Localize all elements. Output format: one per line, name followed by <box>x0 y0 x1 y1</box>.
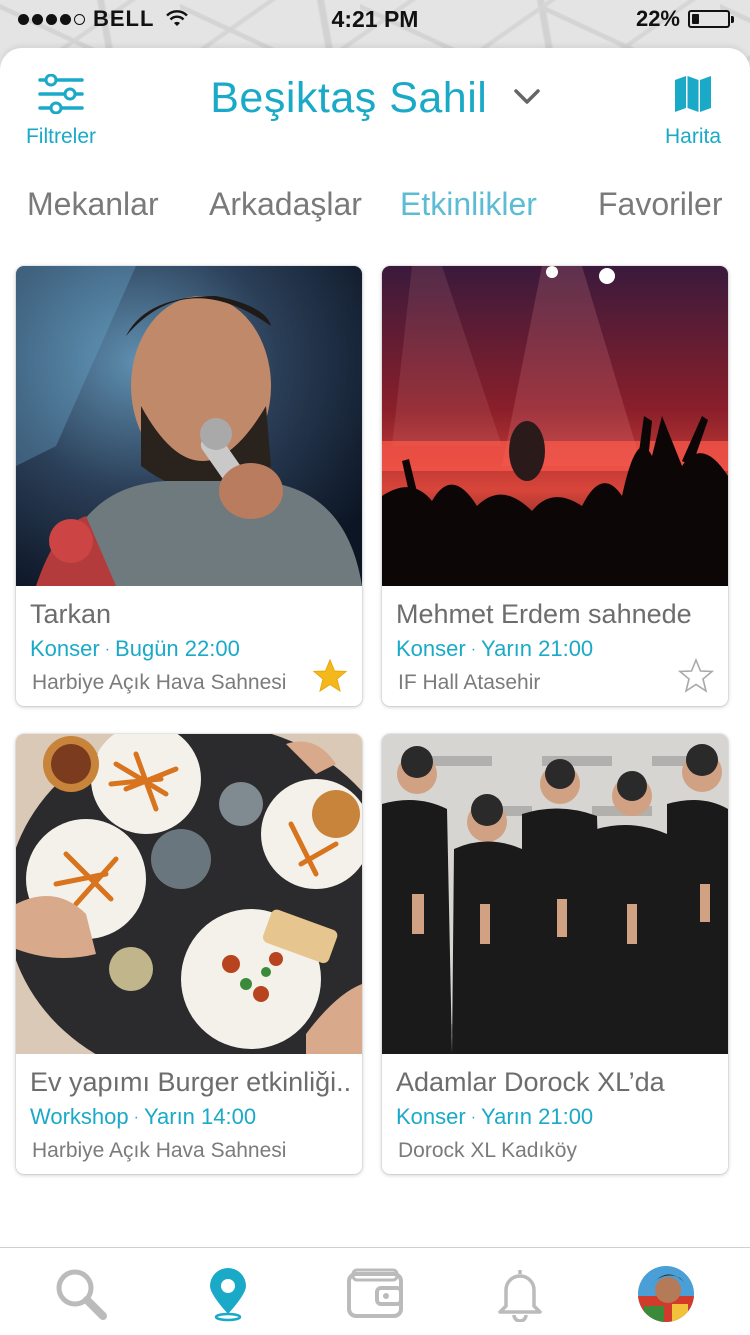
tab-bar: Mekanlar Arkadaşlar Etkinlikler Favorile… <box>0 186 750 236</box>
event-title: Adamlar Dorock XL’da <box>396 1067 665 1097</box>
map-icon <box>675 76 711 112</box>
star-filled-icon[interactable] <box>312 658 348 694</box>
header: Filtreler Beşiktaş Sahil Harita <box>0 48 750 168</box>
event-category: Workshop <box>30 1104 129 1129</box>
battery-icon <box>688 10 734 28</box>
chevron-down-icon <box>514 88 540 104</box>
tab-etkinlikler[interactable]: Etkinlikler <box>400 186 537 223</box>
tab-mekanlar[interactable]: Mekanlar <box>27 186 159 223</box>
event-photo-burgers <box>16 734 362 1054</box>
tab-favoriler[interactable]: Favoriler <box>598 186 722 223</box>
event-category: Konser <box>30 636 100 661</box>
event-time: Bugün 22:00 <box>115 636 240 661</box>
event-meta: Workshop · Yarın 14:00 <box>30 1104 256 1130</box>
bottom-navigation <box>0 1247 750 1335</box>
main-sheet: Filtreler Beşiktaş Sahil Harita Mekanlar… <box>0 48 750 1334</box>
location-name: Beşiktaş Sahil <box>210 74 488 122</box>
location-pin-icon[interactable] <box>198 1266 258 1322</box>
event-title: Mehmet Erdem sahnede <box>396 599 692 629</box>
wallet-icon[interactable] <box>345 1266 405 1322</box>
separator-dot: · <box>470 641 477 659</box>
star-outline-icon[interactable] <box>678 658 714 694</box>
event-time: Yarın 21:00 <box>481 1104 594 1129</box>
separator-dot: · <box>470 1109 477 1127</box>
event-meta: Konser · Yarın 21:00 <box>396 1104 593 1130</box>
profile-avatar[interactable] <box>638 1266 694 1322</box>
status-bar: BELL 4:21 PM 22% <box>0 0 750 40</box>
event-venue: Dorock XL Kadıköy <box>398 1139 577 1162</box>
event-card[interactable]: Mehmet Erdem sahnede Konser · Yarın 21:00 … <box>382 266 728 706</box>
event-time: Yarın 14:00 <box>143 1104 257 1129</box>
event-title: Tarkan <box>30 599 112 629</box>
event-card[interactable]: Ev yapımı Burger etkinliği.. Workshop · Ya… <box>16 734 362 1174</box>
battery-percent: 22% <box>635 6 680 31</box>
event-category: Konser <box>396 636 466 661</box>
separator-dot: · <box>133 1109 139 1127</box>
event-title: Ev yapımı Burger etkinliği.. <box>30 1067 352 1097</box>
tab-arkadaslar[interactable]: Arkadaşlar <box>209 186 362 223</box>
event-venue: Harbiye Açık Hava Sahnesi <box>32 1139 287 1162</box>
search-icon[interactable] <box>51 1266 111 1322</box>
event-category: Konser <box>396 1104 466 1129</box>
separator-dot: · <box>104 641 111 659</box>
event-photo-singer <box>16 266 362 586</box>
event-card[interactable]: Tarkan Konser · Bugün 22:00 Harbiye Açık H… <box>16 266 362 706</box>
map-button[interactable]: Harita <box>658 74 728 149</box>
event-card[interactable]: Adamlar Dorock XL’da Konser · Yarın 21:00 … <box>382 734 728 1174</box>
event-photo-concert <box>382 266 728 586</box>
map-label: Harita <box>664 125 722 148</box>
event-time: Yarın 21:00 <box>481 636 594 661</box>
bell-icon[interactable] <box>490 1266 550 1322</box>
event-photo-band <box>382 734 728 1054</box>
event-venue: IF Hall Atasehir <box>398 671 541 694</box>
event-meta: Konser · Bugün 22:00 <box>30 636 240 662</box>
filters-label: Filtreler <box>25 125 96 148</box>
event-venue: Harbiye Açık Hava Sahnesi <box>32 671 287 694</box>
location-selector[interactable]: Beşiktaş Sahil <box>0 74 750 123</box>
event-meta: Konser · Yarın 21:00 <box>396 636 593 662</box>
